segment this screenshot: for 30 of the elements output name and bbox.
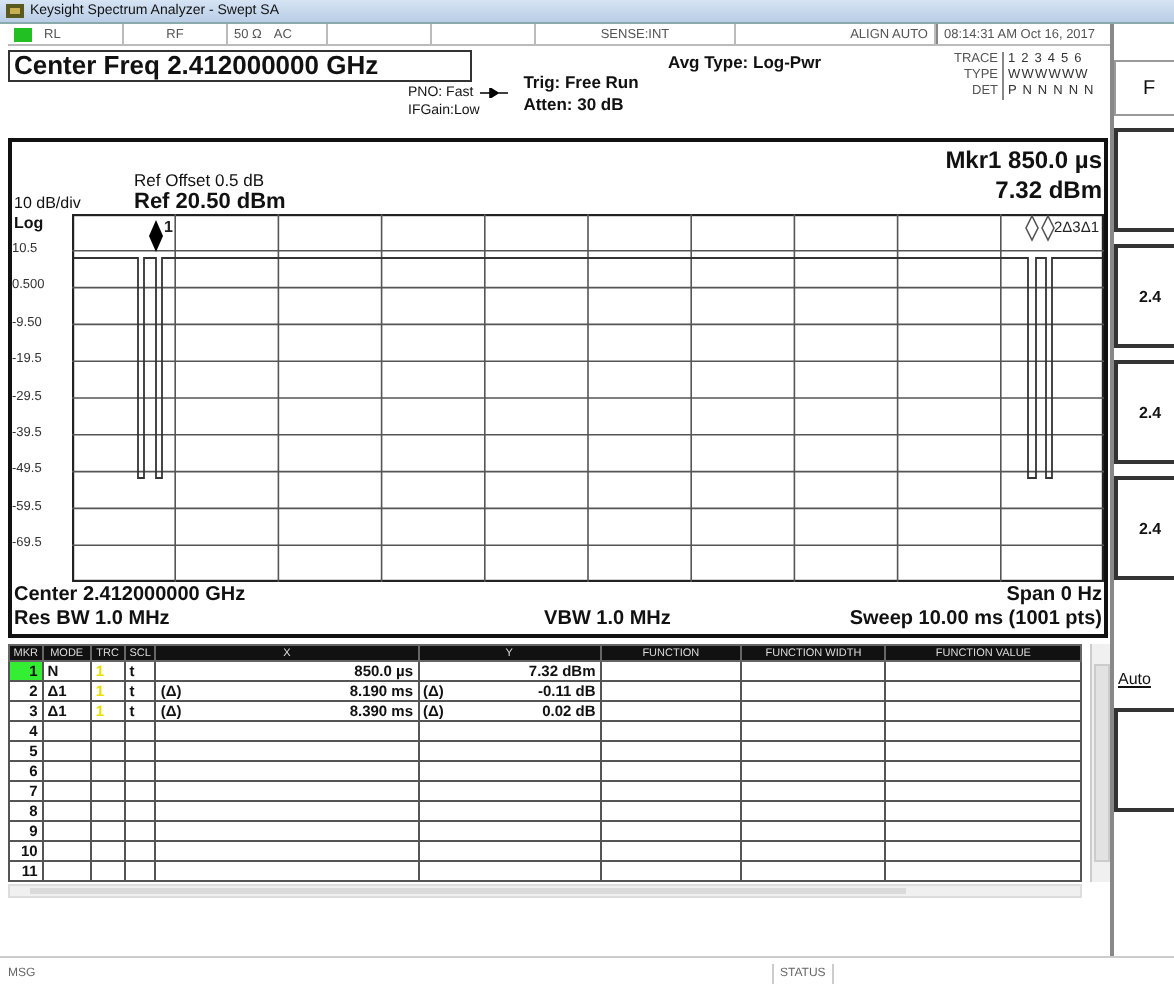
marker-diamond-icon <box>149 220 163 252</box>
softkey-button[interactable]: 2.4 <box>1114 244 1174 348</box>
span-label: Span 0 Hz <box>1004 584 1102 608</box>
scale-label: 10 dB/div <box>12 194 83 212</box>
trigger-label: Trig: Free Run <box>523 72 639 94</box>
rbw-label: Res BW 1.0 MHz <box>14 608 172 632</box>
ref-level-label: Ref 20.50 dBm <box>134 190 286 214</box>
softkey-panel-title: F <box>1114 60 1174 116</box>
trigger-arrow-icon <box>479 88 508 98</box>
vertical-scrollbar[interactable] <box>1090 644 1110 882</box>
sweep-label: Sweep 10.00 ms (1001 pts) <box>849 608 1102 632</box>
marker-label: 1 <box>164 218 173 236</box>
average-type-label: Avg Type: Log-Pwr <box>668 52 823 76</box>
marker-diamond-icon <box>1025 214 1055 242</box>
horizontal-scrollbar[interactable] <box>8 884 1082 898</box>
center-frequency-field[interactable]: Center Freq 2.412000000 GHz <box>8 50 472 82</box>
marker-y-readout: 7.32 dBm <box>993 176 1102 206</box>
vbw-label: VBW 1.0 MHz <box>544 608 671 632</box>
app-icon <box>6 4 24 18</box>
softkey-button[interactable]: 2.4 <box>1114 360 1174 464</box>
softkey-button[interactable]: 2.4 <box>1114 476 1174 580</box>
lxi-icon <box>14 27 32 41</box>
softkey-button[interactable]: Auto <box>1114 592 1174 696</box>
marker-x-readout: Mkr1 850.0 µs <box>945 146 1102 176</box>
softkey-button[interactable] <box>1114 128 1174 232</box>
attenuation-label: Atten: 30 dB <box>523 94 626 116</box>
scale-type-label: Log <box>14 214 44 232</box>
ref-offset-label: Ref Offset 0.5 dB <box>134 170 267 190</box>
center-label: Center 2.412000000 GHz <box>14 584 246 608</box>
softkey-button[interactable] <box>1114 708 1174 812</box>
